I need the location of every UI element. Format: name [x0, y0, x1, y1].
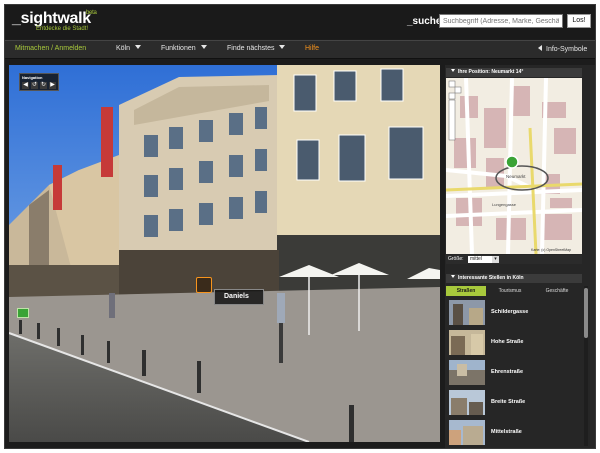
street-view-panorama[interactable]: Navigation ◀ ↺ ↻ ▶ Daniels [9, 65, 440, 442]
login-link[interactable]: Mitmachen / Anmelden [15, 45, 86, 52]
poi-thumbnail [449, 390, 485, 415]
search-input[interactable] [439, 14, 563, 28]
scrollbar-thumb[interactable] [584, 288, 588, 338]
chevron-down-icon [200, 45, 207, 49]
tab-tourismus[interactable]: Tourismus [488, 286, 532, 296]
map-label-neumarkt: Neumarkt [506, 174, 526, 179]
mini-map[interactable]: Neumarkt Lungengasse Karte: (c) OpenStre… [446, 78, 582, 254]
map-size-select[interactable]: mittel [467, 256, 492, 263]
map-size-label: Größe: [448, 256, 464, 262]
poi-tabs: Straßen Tourismus Geschäfte [446, 286, 582, 296]
collapse-triangle-icon [451, 69, 455, 72]
search-label: _suche [407, 16, 442, 27]
map-size-control: Größe: mittel ▾ [446, 255, 582, 264]
chevron-down-icon [279, 45, 286, 49]
triangle-left-icon [538, 45, 542, 51]
chevron-down-icon [135, 45, 142, 49]
poi-panel-title-text: Interessante Stellen in Köln [458, 275, 524, 281]
tagline: Entdecke die Stadt! [36, 26, 89, 32]
navigation-control: Navigation ◀ ↺ ↻ ▶ [19, 73, 59, 91]
functions-menu[interactable]: Funktionen [161, 45, 207, 52]
info-symbols-link[interactable]: Info-Symbole [538, 45, 587, 53]
poi-thumbnail [449, 420, 485, 445]
main-nav: Mitmachen / Anmelden Köln Funktionen Fin… [5, 40, 595, 59]
list-item[interactable]: Hohe Straße [446, 329, 582, 357]
poi-name: Ehrenstraße [491, 369, 524, 375]
poi-name: Schildergasse [491, 309, 529, 315]
nearest-menu[interactable]: Finde nächstes [227, 45, 286, 52]
map-label-lungengasse: Lungengasse [492, 202, 517, 207]
functions-menu-label: Funktionen [161, 45, 196, 52]
poi-list: Schildergasse Hohe Straße Ehrenstraße Br… [446, 299, 582, 447]
info-symbols-label: Info-Symbole [546, 46, 588, 53]
map-panel-title-text: Ihre Position: Neumarkt 14° [458, 69, 524, 75]
list-item[interactable]: Schildergasse [446, 299, 582, 327]
poi-thumbnail [449, 360, 485, 385]
poi-panel-title[interactable]: Interessante Stellen in Köln [446, 274, 582, 283]
poi-scrollbar[interactable] [584, 286, 588, 446]
logo-text: sightwalk [20, 10, 92, 27]
beta-badge: beta [86, 10, 97, 16]
nav-left-button[interactable]: ◀ [22, 82, 29, 89]
collapse-triangle-icon [451, 275, 455, 278]
list-item[interactable]: Breite Straße [446, 389, 582, 417]
side-panel: Ihre Position: Neumarkt 14° Neumarkt Lun… [445, 65, 595, 448]
poi-name: Hohe Straße [491, 339, 524, 345]
list-item[interactable]: Ehrenstraße [446, 359, 582, 387]
list-item[interactable]: Mittelstraße [446, 419, 582, 447]
tab-geschaefte[interactable]: Geschäfte [534, 286, 580, 296]
poi-name: Breite Straße [491, 399, 526, 405]
tab-strassen[interactable]: Straßen [446, 286, 486, 296]
navigation-label: Navigation [22, 75, 43, 80]
logo-underscore: _ [12, 10, 21, 27]
app-window: _sightwalk beta Entdecke die Stadt! _such… [4, 4, 596, 449]
city-menu[interactable]: Köln [116, 45, 142, 52]
shop-icon[interactable] [196, 277, 212, 293]
rotate-right-button[interactable]: ↻ [40, 82, 47, 89]
poi-thumbnail [449, 300, 485, 325]
search-button[interactable]: Los! [567, 14, 591, 28]
nearest-menu-label: Finde nächstes [227, 45, 275, 52]
city-menu-label: Köln [116, 45, 131, 52]
poi-name: Mittelstraße [491, 429, 522, 435]
rotate-left-button[interactable]: ↺ [31, 82, 38, 89]
header: _sightwalk beta Entdecke die Stadt! _such… [5, 5, 595, 39]
help-link[interactable]: Hilfe [305, 45, 319, 52]
map-image: Neumarkt Lungengasse Karte: (c) OpenStre… [446, 78, 582, 254]
map-attribution: Karte: (c) OpenStreetMap [531, 248, 571, 252]
hotspot-marker-icon[interactable] [17, 308, 29, 318]
map-size-dropdown-icon[interactable]: ▾ [491, 256, 499, 263]
place-label[interactable]: Daniels [214, 289, 264, 305]
poi-thumbnail [449, 330, 485, 355]
nav-right-button[interactable]: ▶ [49, 82, 56, 89]
street-view-image [9, 65, 440, 442]
map-panel-title[interactable]: Ihre Position: Neumarkt 14° [446, 68, 582, 77]
